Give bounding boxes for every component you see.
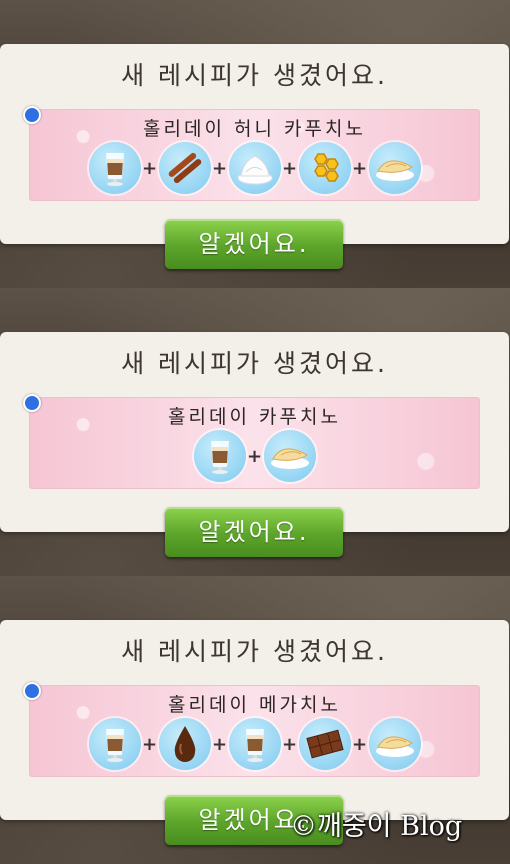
recipe-dialog: 새 레시피가 생겼어요. 홀리데이 메가치노 + + + + [0, 620, 509, 820]
recipe-card: 홀리데이 허니 카푸치노 + + + + [29, 109, 480, 201]
chocolate-bar-icon [298, 718, 351, 770]
new-indicator-dot [23, 394, 41, 412]
recipe-card: 홀리데이 카푸치노 + [29, 397, 480, 489]
fortune-cookie-icon [368, 718, 421, 770]
recipe-dialog: 새 레시피가 생겼어요. 홀리데이 카푸치노 + [0, 332, 509, 532]
dialog-title: 새 레시피가 생겼어요. [121, 637, 388, 666]
latte-glass-icon [88, 142, 141, 194]
latte-glass-icon [88, 718, 141, 770]
plus-sign: + [351, 733, 368, 755]
ingredient-list: + [29, 429, 480, 483]
recipe-name: 홀리데이 메가치노 [168, 694, 341, 716]
dialog-title: 새 레시피가 생겼어요. [121, 61, 388, 90]
new-indicator-dot [23, 682, 41, 700]
recipe-card: 홀리데이 메가치노 + + + + [29, 685, 480, 777]
plus-sign: + [281, 733, 298, 755]
plus-sign: + [351, 157, 368, 179]
recipe-name: 홀리데이 카푸치노 [168, 406, 341, 428]
latte-glass-icon [193, 430, 246, 482]
recipe-popup-3: 새 레시피가 생겼어요. 홀리데이 허니 카푸치노 + + + + 알겠어요. [0, 0, 510, 288]
recipe-name: 홀리데이 허니 카푸치노 [143, 118, 366, 140]
dialog-title: 새 레시피가 생겼어요. [121, 349, 388, 378]
ok-button[interactable]: 알겠어요. [165, 219, 343, 269]
recipe-popup-1: 새 레시피가 생겼어요. 홀리데이 카푸치노 + 알겠어요. [0, 288, 510, 576]
latte-glass-icon [228, 718, 281, 770]
ingredient-list: + + + + [29, 141, 480, 195]
plus-sign: + [211, 157, 228, 179]
ingredient-list: + + + + [29, 717, 480, 771]
chocolate-syrup-drop-icon [158, 718, 211, 770]
honeycomb-icon [298, 142, 351, 194]
cinnamon-sticks-icon [158, 142, 211, 194]
ok-button[interactable]: 알겠어요. [165, 507, 343, 557]
plus-sign: + [246, 445, 263, 467]
whipped-cream-icon [228, 142, 281, 194]
plus-sign: + [141, 157, 158, 179]
blog-watermark: ©깨중이 Blog [290, 811, 463, 842]
fortune-cookie-icon [368, 142, 421, 194]
fortune-cookie-icon [263, 430, 316, 482]
plus-sign: + [281, 157, 298, 179]
plus-sign: + [141, 733, 158, 755]
recipe-dialog: 새 레시피가 생겼어요. 홀리데이 허니 카푸치노 + + + + [0, 44, 509, 244]
new-indicator-dot [23, 106, 41, 124]
plus-sign: + [211, 733, 228, 755]
